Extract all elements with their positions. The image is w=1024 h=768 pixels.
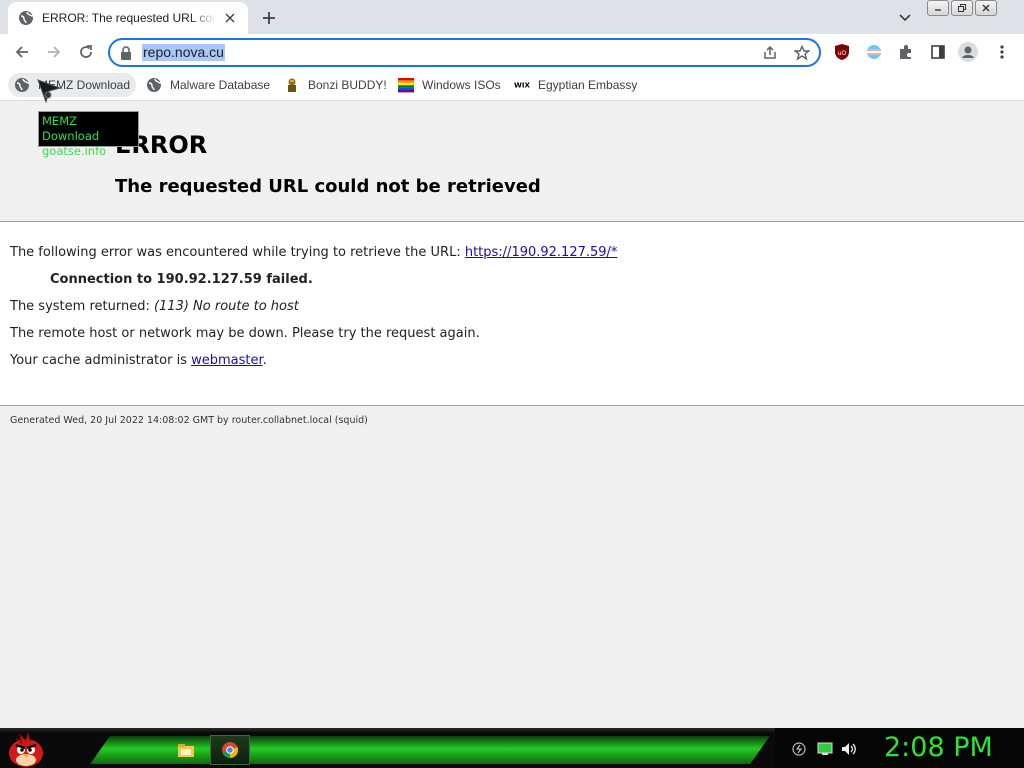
bonzi-icon	[284, 77, 300, 93]
bookmark-egyptian-embassy[interactable]: WIX Egyptian Embassy	[508, 73, 643, 97]
pride-flag-icon[interactable]	[864, 42, 884, 62]
browser-toolbar: repo.nova.cu uO	[0, 34, 1024, 70]
bookmark-memz-download[interactable]: MEMZ Download	[8, 73, 137, 97]
side-panel-icon[interactable]	[928, 42, 948, 62]
period-text: .	[262, 353, 267, 368]
start-button[interactable]	[6, 729, 46, 768]
new-tab-button[interactable]	[258, 7, 280, 29]
encountered-text: The following error was encountered whil…	[10, 245, 465, 260]
window-controls	[927, 0, 997, 18]
extensions-puzzle-icon[interactable]	[896, 42, 916, 62]
monitor-icon[interactable]	[817, 741, 833, 757]
restore-button[interactable]	[951, 0, 973, 16]
bookmark-label: Windows ISOs	[422, 78, 501, 92]
minimize-button[interactable]	[927, 0, 949, 16]
file-explorer-icon[interactable]	[166, 735, 206, 765]
globe-icon	[18, 10, 34, 26]
network-icon[interactable]	[791, 741, 807, 757]
reload-button[interactable]	[74, 40, 98, 64]
error-url-link[interactable]: https://190.92.127.59/*	[465, 245, 618, 260]
volume-icon[interactable]	[841, 741, 857, 757]
error-details: The following error was encountered whil…	[0, 222, 1024, 405]
ublock-icon[interactable]: uO	[832, 42, 852, 62]
webmaster-link[interactable]: webmaster	[191, 353, 263, 368]
globe-icon	[14, 77, 30, 93]
system-returned-line: The system returned: (113) No route to h…	[10, 299, 299, 314]
tab-active[interactable]: ERROR: The requested URL could not be re…	[8, 2, 248, 34]
close-window-button[interactable]	[975, 0, 997, 16]
bookmark-label: Malware Database	[170, 78, 271, 92]
url-text[interactable]: repo.nova.cu	[142, 44, 225, 61]
address-bar[interactable]: repo.nova.cu	[108, 38, 821, 67]
connection-failed-text: Connection to 190.92.127.59 failed.	[50, 272, 313, 287]
menu-kebab-icon[interactable]	[992, 42, 1012, 62]
tooltip-url: goatse.info	[42, 144, 107, 158]
profile-avatar-icon[interactable]	[958, 42, 978, 62]
share-icon[interactable]	[762, 45, 778, 66]
system-error-text: (113) No route to host	[153, 299, 299, 314]
divider	[0, 405, 1024, 406]
remote-host-text: The remote host or network may be down. …	[10, 326, 480, 341]
tab-strip: ERROR: The requested URL could not be re…	[0, 0, 1024, 34]
chevron-down-icon[interactable]	[896, 9, 914, 27]
tooltip-title: MEMZ Download	[42, 114, 100, 143]
wix-icon: WIX	[514, 77, 530, 93]
footer-text: Generated Wed, 20 Jul 2022 14:08:02 GMT …	[10, 415, 368, 426]
lock-icon[interactable]	[120, 46, 134, 60]
bookmark-label: Egyptian Embassy	[538, 78, 638, 92]
bookmark-malware-database[interactable]: Malware Database	[140, 73, 276, 97]
page-content: ERROR The requested URL could not be ret…	[0, 101, 1024, 728]
bookmark-star-icon[interactable]	[793, 44, 811, 66]
back-button[interactable]	[10, 40, 34, 64]
tab-title: ERROR: The requested URL could not be re…	[42, 11, 216, 25]
taskbar-clock[interactable]: 2:08 PM	[884, 732, 993, 763]
bookmark-bonzi-buddy[interactable]: Bonzi BUDDY!	[278, 73, 393, 97]
globe-icon	[146, 77, 162, 93]
desktop: ERROR: The requested URL could not be re…	[0, 0, 1024, 768]
close-tab-icon[interactable]	[222, 10, 238, 26]
cache-admin-line: Your cache administrator is webmaster.	[10, 353, 267, 368]
taskbar: 2:08 PM	[0, 728, 1024, 768]
cache-admin-text: Your cache administrator is	[10, 353, 192, 368]
svg-text:WIX: WIX	[514, 81, 530, 90]
chrome-icon[interactable]	[210, 735, 250, 765]
svg-text:uO: uO	[838, 50, 847, 57]
bookmark-label: Bonzi BUDDY!	[308, 78, 387, 92]
forward-button[interactable]	[42, 40, 66, 64]
windows-flag-icon	[398, 77, 414, 93]
system-label: The system returned:	[10, 299, 154, 314]
bookmarks-bar: MEMZ Download Malware Database Bonzi BUD…	[0, 70, 1024, 101]
mouse-cursor-icon	[36, 78, 62, 109]
encountered-line: The following error was encountered whil…	[10, 245, 617, 260]
bookmark-tooltip: MEMZ Download goatse.info	[38, 111, 139, 158]
error-subheading: The requested URL could not be retrieved	[115, 176, 541, 197]
bookmark-windows-isos[interactable]: Windows ISOs	[392, 73, 507, 97]
